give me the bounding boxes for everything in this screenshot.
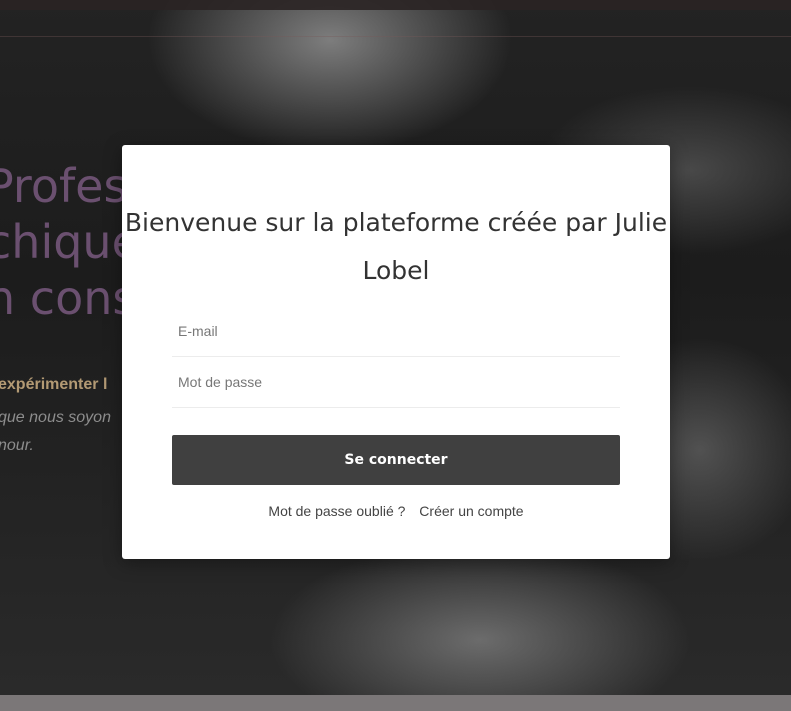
header-divider: [0, 36, 791, 37]
password-field[interactable]: [172, 357, 620, 408]
create-account-link[interactable]: Créer un compte: [419, 503, 523, 519]
hero-title-line: n cons: [0, 271, 137, 325]
hero-text-line: que nous soyon: [0, 409, 111, 426]
top-bar: [0, 0, 791, 10]
login-modal: Bienvenue sur la plateforme créée par Ju…: [122, 145, 670, 559]
forgot-password-link[interactable]: Mot de passe oublié ?: [268, 503, 405, 519]
hero-title: Profes chique n cons: [0, 158, 140, 326]
email-field[interactable]: [172, 306, 620, 357]
auth-links: Mot de passe oublié ? Créer un compte: [122, 503, 670, 519]
hero-title-line: Profes: [0, 159, 128, 213]
hero-text: que nous soyon nour.: [0, 404, 111, 460]
hero-title-line: chique: [0, 215, 140, 269]
hero-subtitle: expérimenter l: [0, 376, 108, 393]
hero-text-line: nour.: [0, 437, 34, 454]
login-button[interactable]: Se connecter: [172, 435, 620, 485]
footer-strip: [0, 695, 791, 711]
modal-title: Bienvenue sur la plateforme créée par Ju…: [124, 208, 668, 285]
